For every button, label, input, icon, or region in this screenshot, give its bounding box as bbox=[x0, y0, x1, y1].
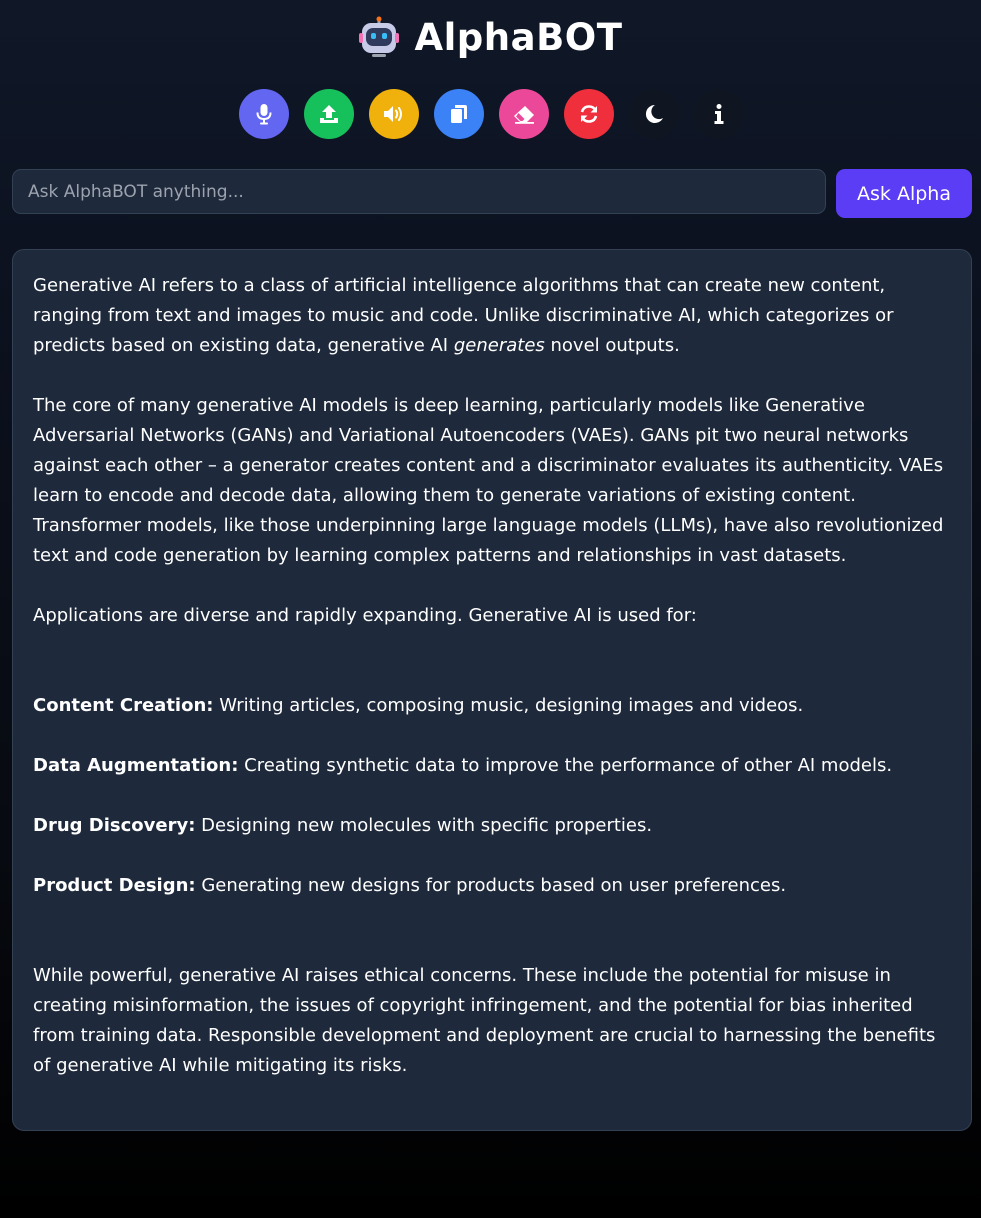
response-core: The core of many generative AI models is… bbox=[33, 395, 944, 566]
upload-icon bbox=[320, 105, 338, 123]
list-item: Product Design: Generating new designs f… bbox=[33, 871, 951, 901]
list-item-text: Designing new molecules with specific pr… bbox=[195, 815, 653, 836]
list-item-text: Creating synthetic data to improve the p… bbox=[238, 755, 893, 776]
eraser-icon bbox=[514, 106, 534, 124]
list-item-title: Product Design: bbox=[33, 875, 196, 896]
list-item: Drug Discovery: Designing new molecules … bbox=[33, 811, 951, 841]
refresh-icon bbox=[580, 105, 598, 123]
response-conclusion: While powerful, generative AI raises eth… bbox=[33, 965, 936, 1076]
upload-button[interactable] bbox=[304, 89, 354, 139]
info-button[interactable] bbox=[694, 89, 744, 139]
list-item: Content Creation: Writing articles, comp… bbox=[33, 691, 951, 721]
applications-intro: Applications are diverse and rapidly exp… bbox=[33, 605, 697, 626]
clear-button[interactable] bbox=[499, 89, 549, 139]
list-item-title: Data Augmentation: bbox=[33, 755, 239, 776]
microphone-button[interactable] bbox=[239, 89, 289, 139]
copy-button[interactable] bbox=[434, 89, 484, 139]
app-header: AlphaBOT bbox=[0, 14, 981, 60]
microphone-icon bbox=[256, 104, 272, 125]
list-item-title: Content Creation: bbox=[33, 695, 214, 716]
theme-toggle-button[interactable] bbox=[629, 89, 679, 139]
speaker-button[interactable] bbox=[369, 89, 419, 139]
robot-icon bbox=[359, 16, 400, 57]
list-item-title: Drug Discovery: bbox=[33, 815, 196, 836]
list-item-text: Writing articles, composing music, desig… bbox=[213, 695, 804, 716]
speaker-icon bbox=[384, 106, 402, 122]
list-item-text: Generating new designs for products base… bbox=[195, 875, 787, 896]
toolbar bbox=[239, 89, 744, 139]
app-title: AlphaBOT bbox=[414, 15, 623, 59]
search-input[interactable] bbox=[12, 169, 826, 214]
info-icon bbox=[714, 104, 724, 124]
emphasis-text: generates bbox=[453, 335, 545, 356]
copy-icon bbox=[451, 105, 467, 123]
response-card: Generative AI refers to a class of artif… bbox=[12, 249, 972, 1131]
response-intro: Generative AI refers to a class of artif… bbox=[33, 275, 894, 356]
moon-icon bbox=[645, 104, 663, 123]
ask-alpha-button[interactable]: Ask Alpha bbox=[836, 169, 972, 218]
list-item: Data Augmentation: Creating synthetic da… bbox=[33, 751, 951, 781]
search-row: Ask Alpha bbox=[12, 169, 972, 218]
refresh-button[interactable] bbox=[564, 89, 614, 139]
